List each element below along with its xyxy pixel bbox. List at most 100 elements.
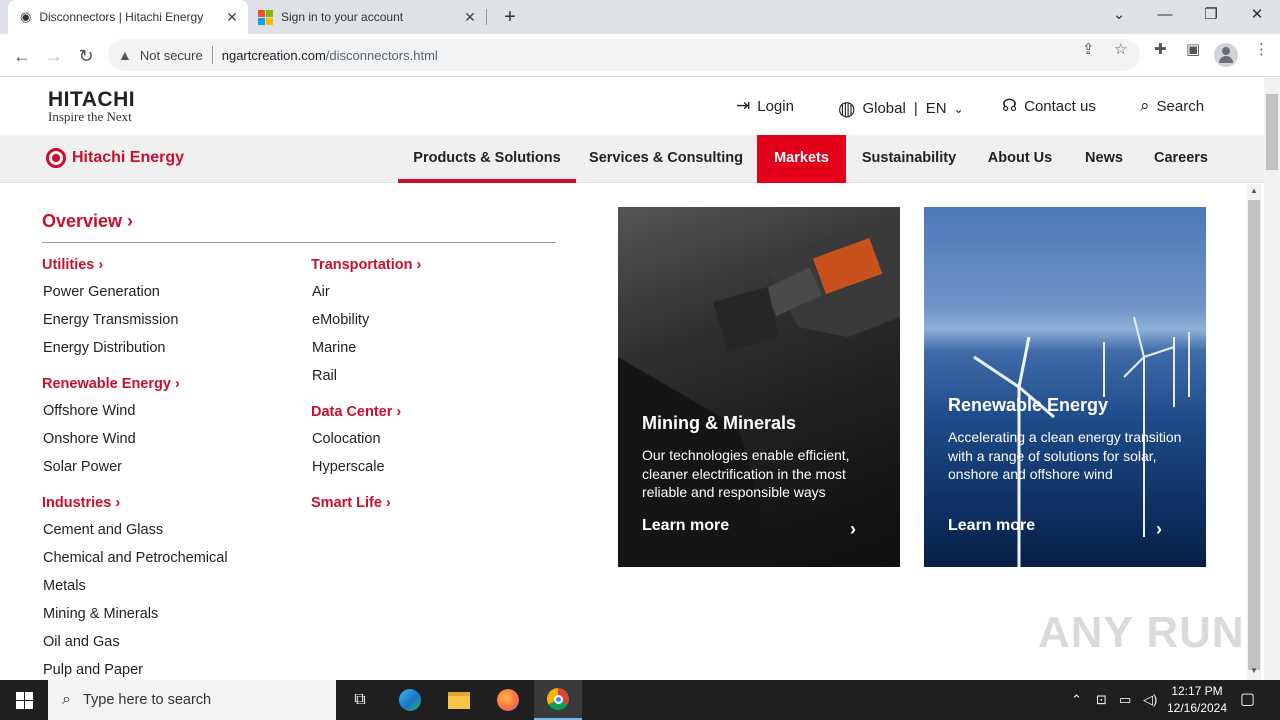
close-tab-icon[interactable]: ✕ — [220, 9, 244, 26]
learn-more-link[interactable]: Learn more — [642, 517, 729, 535]
menu-item[interactable]: Pulp and Paper — [42, 656, 302, 680]
mining-minerals-card[interactable]: Mining & Minerals Our technologies enabl… — [618, 207, 900, 567]
network-device-icon[interactable]: ⊡ — [1096, 680, 1107, 720]
menu-item[interactable]: Energy Distribution — [42, 334, 302, 362]
menu-item[interactable]: Rail — [311, 362, 571, 390]
category-renewable-energy[interactable]: Renewable Energy › — [42, 371, 302, 397]
category-utilities[interactable]: Utilities › — [42, 252, 302, 278]
category-industries[interactable]: Industries › — [42, 490, 302, 516]
nav-news[interactable]: News — [1075, 135, 1133, 183]
reload-icon[interactable]: ↻ — [72, 42, 100, 70]
hitachi-logo[interactable]: HITACHI Inspire the Next — [48, 89, 135, 124]
volume-icon[interactable]: ◁) — [1143, 680, 1157, 720]
more-menu-icon[interactable]: ⋮ — [1254, 40, 1269, 58]
tab-disconnectors[interactable]: ◉ Disconnectors | Hitachi Energy ✕ — [8, 0, 248, 34]
menu-item[interactable]: Air — [311, 278, 571, 306]
wind-turbines-photo — [973, 316, 1190, 567]
tab-title: Disconnectors | Hitachi Energy — [39, 10, 204, 24]
menu-item[interactable]: Offshore Wind — [42, 397, 302, 425]
login-link[interactable]: ⇥ Login — [736, 96, 794, 116]
menu-scrollbar[interactable]: ▲ ▼ — [1247, 184, 1261, 680]
url-host: ngartcreation.com — [221, 47, 326, 63]
chevron-up-icon[interactable]: ⌃ — [1071, 680, 1082, 720]
menu-item[interactable]: eMobility — [311, 306, 571, 334]
chrome-icon[interactable] — [534, 680, 582, 720]
search-link[interactable]: ⌕ Search — [1140, 96, 1204, 116]
category-transportation[interactable]: Transportation › — [311, 252, 571, 278]
profile-avatar[interactable] — [1214, 43, 1238, 67]
card-text: Accelerating a clean energy transition w… — [948, 429, 1182, 482]
menu-item[interactable]: Onshore Wind — [42, 425, 302, 453]
tab-search-chevron-icon[interactable]: ⌄ — [1096, 0, 1142, 34]
menu-item[interactable]: Marine — [311, 334, 571, 362]
start-button[interactable] — [0, 680, 48, 720]
tab-title: Sign in to your account — [281, 10, 404, 24]
search-placeholder: Type here to search — [82, 692, 212, 708]
file-explorer-icon[interactable] — [435, 680, 483, 720]
clock-time: 12:17 PM — [1171, 684, 1223, 698]
page-scrollbar[interactable] — [1264, 78, 1280, 680]
nav-about-us[interactable]: About Us — [978, 135, 1062, 183]
restore-button[interactable]: ❐ — [1188, 0, 1234, 34]
menu-item[interactable]: Mining & Minerals — [42, 600, 302, 628]
hitachi-energy-mark-icon — [46, 148, 66, 168]
close-tab-icon[interactable]: ✕ — [458, 9, 482, 26]
search-icon: ⌕ — [1140, 96, 1150, 115]
category-data-center[interactable]: Data Center › — [311, 399, 571, 425]
card-text: Our technologies enable efficient, clean… — [642, 447, 850, 500]
category-smart-life[interactable]: Smart Life › — [311, 490, 571, 516]
bookmark-star-icon[interactable]: ☆ — [1114, 40, 1127, 58]
menu-item[interactable]: Hyperscale — [311, 453, 571, 481]
chevron-down-icon: ⌄ — [953, 101, 964, 116]
scroll-down-icon[interactable]: ▼ — [1250, 666, 1258, 675]
menu-item[interactable]: Energy Transmission — [42, 306, 302, 334]
nav-sustainability[interactable]: Sustainability — [852, 135, 966, 183]
forward-arrow-icon[interactable]: → — [40, 42, 68, 70]
scroll-up-icon[interactable]: ▲ — [1250, 186, 1258, 195]
firefox-icon[interactable] — [484, 680, 532, 720]
minimize-button[interactable]: — — [1142, 0, 1188, 34]
menu-item[interactable]: Chemical and Petrochemical — [42, 544, 302, 572]
share-icon[interactable]: ⇪ — [1082, 40, 1095, 58]
menu-item[interactable]: Colocation — [311, 425, 571, 453]
security-label[interactable]: Not secure — [140, 48, 203, 63]
edge-icon[interactable] — [386, 680, 434, 720]
windows-taskbar: ⌕ Type here to search ⧉ ⌃ ⊡ ▭ ◁) 12:17 P… — [0, 680, 1280, 720]
learn-more-link[interactable]: Learn more — [948, 517, 1035, 535]
nav-products-solutions[interactable]: Products & Solutions — [398, 135, 576, 183]
side-panel-icon[interactable]: ▣ — [1186, 40, 1200, 58]
overview-link[interactable]: Overview › — [42, 211, 133, 232]
close-window-button[interactable]: ✕ — [1234, 0, 1280, 34]
scrollbar-thumb[interactable] — [1266, 94, 1278, 170]
menu-item[interactable]: Oil and Gas — [42, 628, 302, 656]
new-tab-button[interactable]: + — [498, 4, 522, 30]
tab-strip: ◉ Disconnectors | Hitachi Energy ✕ Sign … — [0, 0, 1280, 34]
taskbar-search[interactable]: ⌕ Type here to search — [48, 680, 336, 720]
renewable-energy-card[interactable]: Renewable Energy Accelerating a clean en… — [924, 207, 1206, 567]
address-bar[interactable]: ▲ Not secure ngartcreation.com/disconnec… — [108, 39, 1140, 71]
region-language-selector[interactable]: ◍ Global | EN ⌄ — [838, 96, 964, 121]
contact-link[interactable]: ☊ Contact us — [1002, 96, 1096, 116]
tab-sign-in[interactable]: Sign in to your account ✕ — [250, 0, 486, 34]
anyrun-watermark: ANY RUN — [1038, 608, 1245, 657]
hitachi-energy-logo[interactable]: Hitachi Energy — [46, 148, 184, 168]
sub-brand-label: Hitachi Energy — [72, 149, 185, 166]
network-icon[interactable]: ▭ — [1119, 680, 1131, 720]
extensions-puzzle-icon[interactable]: ✚ — [1154, 40, 1167, 58]
menu-item[interactable]: Power Generation — [42, 278, 302, 306]
task-view-icon[interactable]: ⧉ — [336, 680, 384, 720]
language-label: EN — [925, 100, 947, 117]
scrollbar-thumb[interactable] — [1248, 200, 1260, 670]
nav-careers[interactable]: Careers — [1144, 135, 1218, 183]
system-clock[interactable]: 12:17 PM 12/16/2024 — [1160, 683, 1234, 717]
search-icon: ⌕ — [62, 691, 71, 708]
menu-item[interactable]: Cement and Glass — [42, 516, 302, 544]
menu-item[interactable]: Solar Power — [42, 453, 302, 481]
warning-icon: ▲ — [118, 47, 132, 63]
menu-item[interactable]: Metals — [42, 572, 302, 600]
nav-markets[interactable]: Markets — [757, 135, 846, 183]
back-arrow-icon[interactable]: ← — [8, 42, 36, 70]
web-page: HITACHI Inspire the Next ⇥ Login ◍ Globa… — [0, 78, 1264, 680]
notifications-icon[interactable]: ▢ — [1240, 680, 1255, 720]
nav-services-consulting[interactable]: Services & Consulting — [580, 135, 752, 183]
